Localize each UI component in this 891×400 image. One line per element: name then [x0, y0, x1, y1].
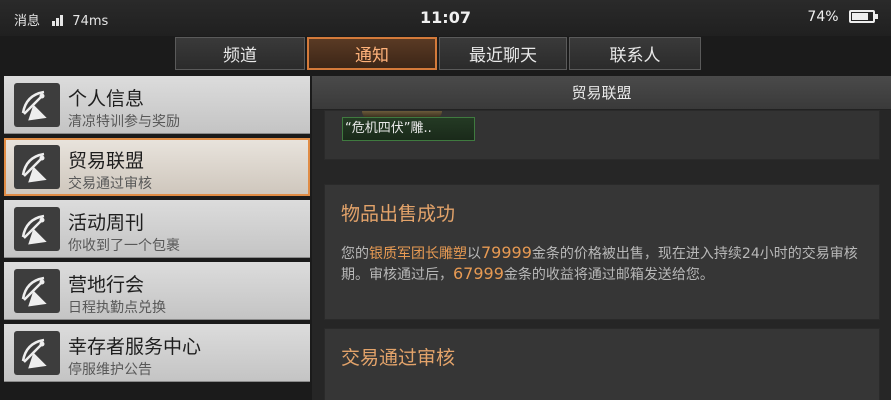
status-bar: 消息 74ms 11:07 74% [0, 0, 891, 36]
tab-contacts[interactable]: 联系人 [569, 37, 701, 70]
message-card-item: “危机四伏”雕.. [324, 110, 880, 160]
satellite-dish-icon [14, 145, 60, 189]
price-highlight: 79999 [481, 243, 532, 262]
sidebar-item-personal-info[interactable]: 个人信息 清凉特训参与奖励 [4, 76, 310, 134]
message-title: 交易通过审核 [341, 347, 456, 369]
sidebar-item-trade-alliance[interactable]: 贸易联盟 交易通过审核 [4, 138, 310, 196]
panel-header: 贸易联盟 [312, 76, 891, 110]
battery-percent: 74% [807, 9, 839, 25]
message-card: 物品出售成功 您的银质军团长雕塑以79999金条的价格被出售，现在进入持续24小… [324, 184, 880, 320]
notification-category-list: 个人信息 清凉特训参与奖励 贸易联盟 交易通过审核 活动周刊 你收到了一个包裹 … [4, 76, 310, 400]
satellite-dish-icon [14, 269, 60, 313]
tab-notifications[interactable]: 通知 [307, 37, 437, 70]
tab-recent-chats[interactable]: 最近聊天 [439, 37, 567, 70]
message-panel[interactable]: 贸易联盟 “危机四伏”雕.. 物品出售成功 您的银质军团长雕塑以79999金条的… [312, 76, 891, 400]
sidebar-item-title: 个人信息 [68, 88, 145, 110]
satellite-dish-icon [14, 207, 60, 251]
body-text: 以 [467, 246, 481, 262]
clock: 11:07 [420, 8, 471, 27]
sidebar-item-title: 活动周刊 [68, 212, 145, 234]
tab-bar: 频道 通知 最近聊天 联系人 [175, 37, 703, 70]
message-body: 您的银质军团长雕塑以79999金条的价格被出售，现在进入持续24小时的交易审核期… [341, 243, 866, 285]
body-text: 您的 [341, 246, 369, 262]
sidebar-item-camp-guild[interactable]: 营地行会 日程执勤点兑换 [4, 262, 310, 320]
income-highlight: 67999 [453, 264, 504, 283]
item-highlight: 银质军团长雕塑 [369, 246, 467, 262]
sidebar-item-subtitle: 交易通过审核 [68, 176, 152, 192]
body-text: 金条的收益将通过邮箱发送给您。 [503, 267, 714, 283]
sidebar-item-title: 贸易联盟 [68, 150, 145, 172]
battery-icon [849, 10, 878, 23]
sidebar-item-subtitle: 你收到了一个包裹 [68, 238, 180, 254]
message-card: 交易通过审核 [324, 328, 880, 400]
message-title: 物品出售成功 [341, 203, 456, 225]
status-right: 74% [807, 9, 878, 25]
sidebar-item-title: 营地行会 [68, 274, 145, 296]
sidebar-item-subtitle: 停服维护公告 [68, 362, 152, 378]
sidebar-item-survivor-service[interactable]: 幸存者服务中心 停服维护公告 [4, 324, 310, 382]
tab-channel[interactable]: 频道 [175, 37, 305, 70]
sidebar-item-weekly-events[interactable]: 活动周刊 你收到了一个包裹 [4, 200, 310, 258]
item-name-tag: “危机四伏”雕.. [342, 117, 475, 141]
sidebar-item-title: 幸存者服务中心 [68, 336, 202, 358]
sidebar-item-subtitle: 日程执勤点兑换 [68, 300, 166, 316]
satellite-dish-icon [14, 83, 60, 127]
satellite-dish-icon [14, 331, 60, 375]
sidebar-item-subtitle: 清凉特训参与奖励 [68, 114, 180, 130]
